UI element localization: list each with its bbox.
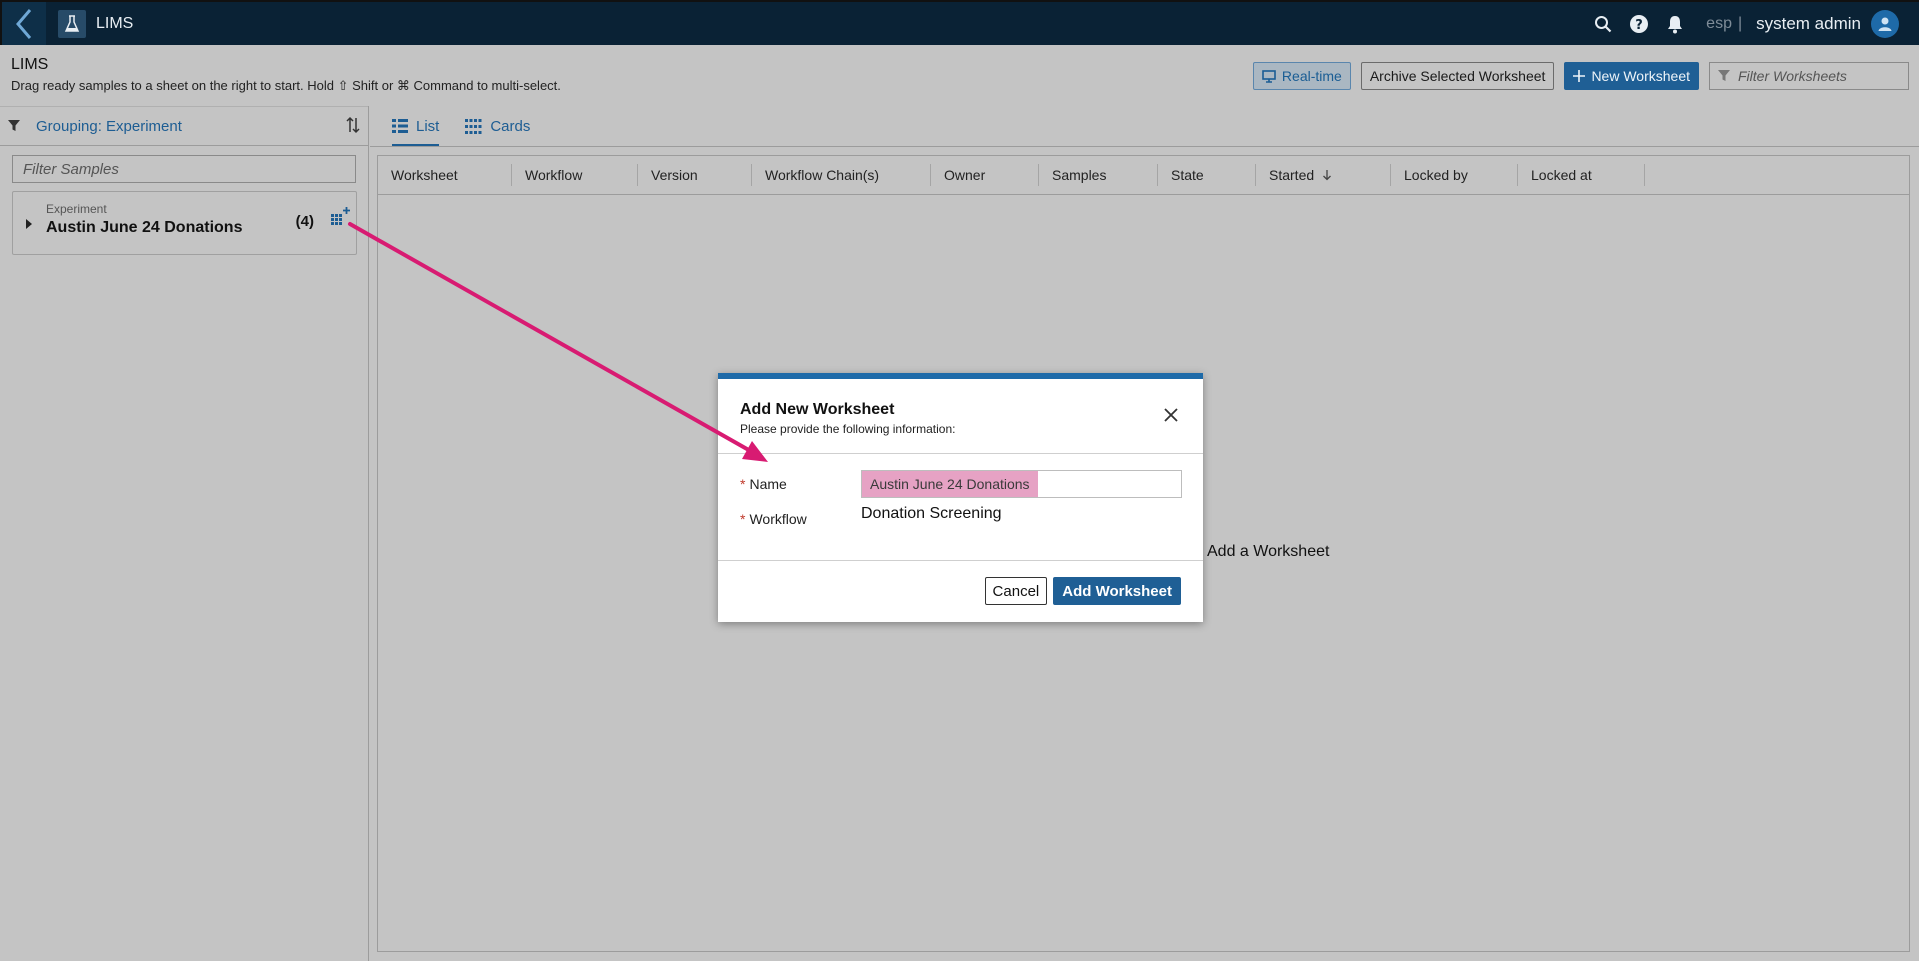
page-subtitle: Drag ready samples to a sheet on the rig… [11,78,561,93]
grouping-label[interactable]: Grouping: Experiment [36,118,182,135]
funnel-icon [8,120,20,131]
filter-worksheets-placeholder: Filter Worksheets [1738,68,1847,84]
app-name[interactable]: LIMS [96,15,133,33]
experiment-name: Austin June 24 Donations [46,219,243,236]
new-worksheet-button[interactable]: New Worksheet [1564,62,1699,90]
plus-icon [1573,70,1586,82]
column-header-version[interactable]: Version [638,164,752,186]
topbar-separator: | [1737,14,1743,32]
back-chevron-icon[interactable] [2,2,46,45]
language-selector[interactable]: esp [1706,15,1732,33]
experiment-sample-count: (4) [295,213,314,230]
top-bar: LIMS ? esp | system admin [0,0,1919,45]
tab-list[interactable]: List [392,106,440,146]
user-avatar-icon[interactable] [1871,9,1899,38]
header-actions: Real-time Archive Selected Worksheet New… [1252,62,1909,90]
grouping-row[interactable]: Grouping: Experiment [0,106,368,146]
close-icon[interactable] [1163,407,1179,423]
realtime-button[interactable]: Real-time [1252,62,1351,90]
dialog-actions: Cancel Add Worksheet [984,577,1181,605]
table-header-row: Worksheet Workflow Version Workflow Chai… [378,156,1909,195]
column-header-started[interactable]: Started [1256,164,1391,186]
flask-icon [58,9,86,38]
archive-worksheet-button[interactable]: Archive Selected Worksheet [1360,62,1555,90]
dialog-footer-divider [718,560,1203,561]
worksheet-name-input[interactable]: Austin June 24 Donations [861,470,1182,498]
column-header-workflow-chains[interactable]: Workflow Chain(s) [752,164,931,186]
realtime-label: Real-time [1281,68,1342,84]
tab-cards[interactable]: Cards [465,106,530,146]
page-title: LIMS [11,56,49,73]
tab-cards-label: Cards [490,117,531,135]
page-header: LIMS Drag ready samples to a sheet on th… [11,56,561,94]
add-to-worksheet-icon[interactable] [330,206,352,233]
cancel-button[interactable]: Cancel [984,577,1048,605]
name-input-value: Austin June 24 Donations [862,471,1038,497]
help-icon[interactable]: ? [1628,13,1650,35]
filter-worksheets-input[interactable]: Filter Worksheets [1709,62,1909,90]
user-name[interactable]: system admin [1756,14,1861,34]
column-header-worksheet[interactable]: Worksheet [378,164,512,186]
caret-right-icon[interactable] [25,216,33,234]
column-header-owner[interactable]: Owner [931,164,1039,186]
search-icon[interactable] [1592,13,1614,35]
samples-panel: Grouping: Experiment Filter Samples Expe… [0,106,369,961]
filter-samples-input[interactable]: Filter Samples [12,155,356,183]
filter-samples-placeholder: Filter Samples [23,160,119,178]
dialog-subtitle: Please provide the following information… [740,422,956,436]
column-header-samples[interactable]: Samples [1039,164,1158,186]
name-field-label: * Name [740,476,787,492]
column-header-state[interactable]: State [1158,164,1256,186]
dialog-title: Add New Worksheet [740,401,895,418]
sort-toggle-icon[interactable] [346,116,360,139]
column-header-locked-by[interactable]: Locked by [1391,164,1518,186]
new-worksheet-label: New Worksheet [1591,68,1690,84]
workflow-field-label: * Workflow [740,511,807,527]
list-icon [392,119,408,133]
tabs-divider [370,146,1919,147]
sort-down-arrow-icon [1323,170,1332,181]
experiment-group-card[interactable]: Experiment Austin June 24 Donations (4) [12,191,357,255]
required-marker: * [740,511,746,527]
column-header-locked-at[interactable]: Locked at [1518,164,1645,186]
add-worksheet-dialog: Add New Worksheet Please provide the fol… [718,373,1203,622]
archive-label: Archive Selected Worksheet [1369,68,1546,84]
grid-icon [465,118,482,134]
svg-text:?: ? [1635,18,1643,33]
dialog-header-divider [718,453,1203,454]
topbar-actions: ? esp | system admin [1592,2,1899,45]
add-worksheet-button[interactable]: Add Worksheet [1053,577,1181,605]
bell-icon[interactable] [1664,13,1686,35]
tab-list-label: List [416,117,440,135]
funnel-icon [1718,70,1730,81]
monitor-icon [1262,69,1276,83]
experiment-label: Experiment [46,202,107,216]
workflow-value: Donation Screening [861,505,1002,522]
empty-table-message: Add a Worksheet [1207,543,1330,560]
column-header-workflow[interactable]: Workflow [512,164,638,186]
required-marker: * [740,476,746,492]
view-tabs: List Cards [392,106,530,146]
